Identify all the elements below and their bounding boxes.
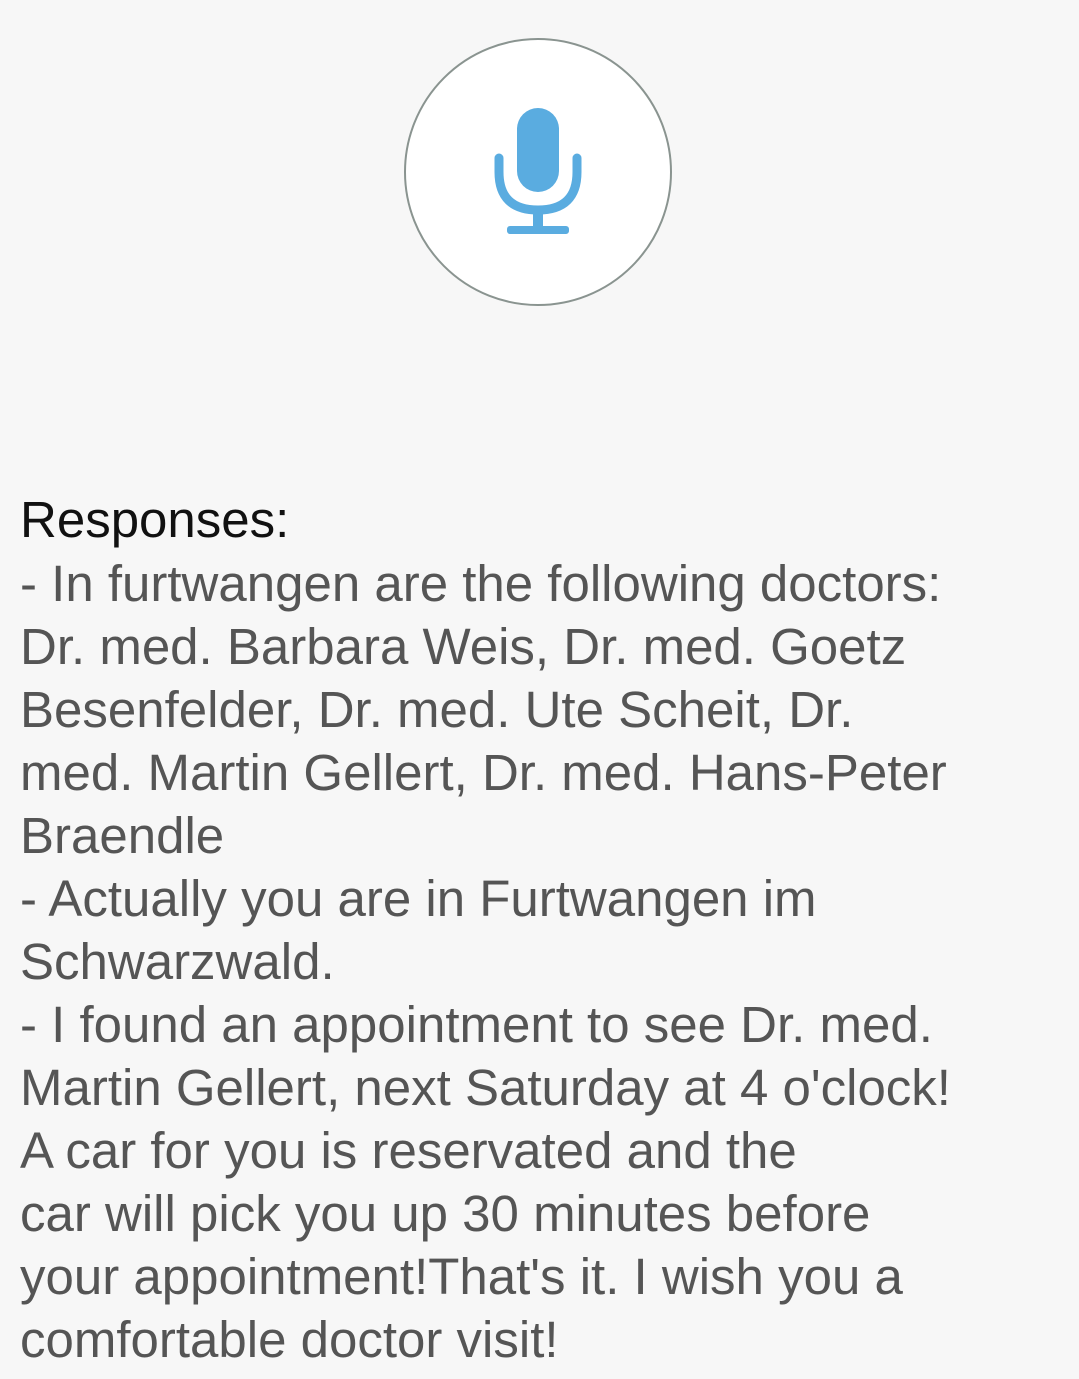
responses-text: - In furtwangen are the following doctor… — [20, 555, 951, 1368]
responses-heading: Responses: — [20, 491, 290, 548]
responses-panel: Responses: - In furtwangen are the follo… — [20, 488, 1060, 1371]
mic-button[interactable] — [404, 38, 672, 306]
microphone-icon — [493, 108, 583, 236]
